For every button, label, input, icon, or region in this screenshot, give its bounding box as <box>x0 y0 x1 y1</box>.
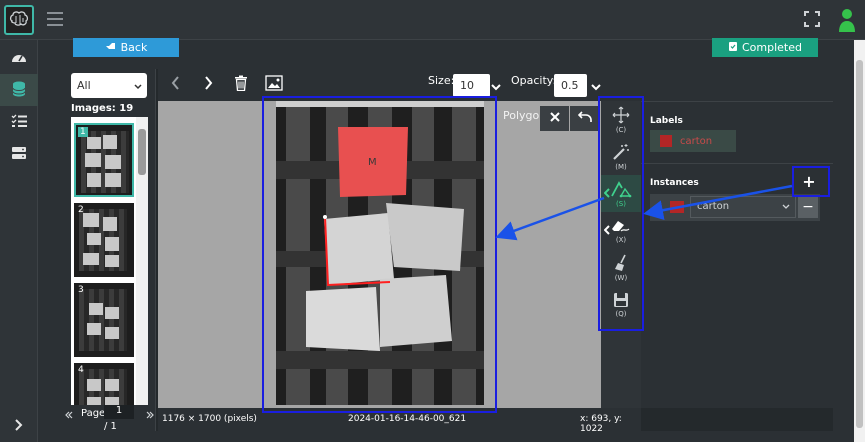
annotation-arrows <box>495 184 793 241</box>
